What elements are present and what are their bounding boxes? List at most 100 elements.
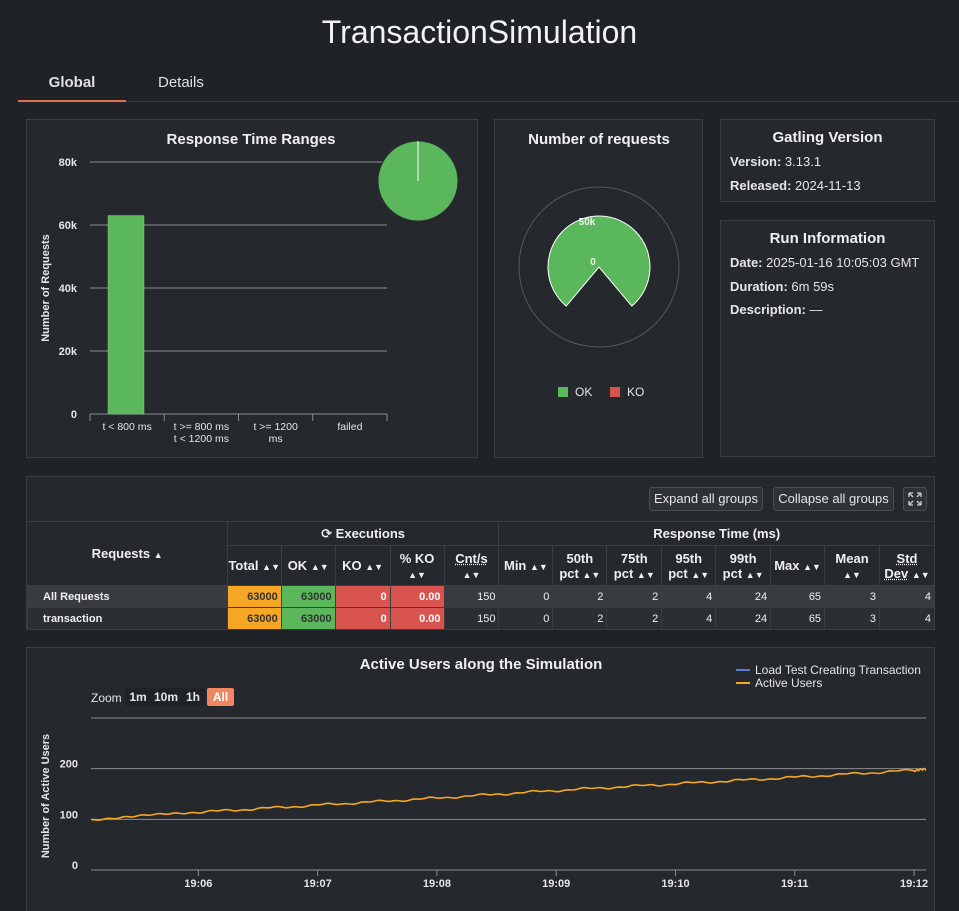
tab-details[interactable]: Details <box>158 74 204 102</box>
duration-label: Duration: <box>730 279 788 294</box>
total-column-header[interactable]: Total ▲▼ <box>227 546 281 586</box>
date-value: 2025-01-16 10:05:03 GMT <box>766 255 919 270</box>
requests-column-header[interactable]: Requests ▲ <box>28 522 228 586</box>
p50-column-header[interactable]: 50th pct ▲▼ <box>553 546 607 586</box>
p99-column-header[interactable]: 99th pct ▲▼ <box>716 546 771 586</box>
zoom-1h-button[interactable]: 1h <box>181 688 205 706</box>
std-dev-column-header[interactable]: Std Dev ▲▼ <box>880 546 935 586</box>
cell-percent-ko: 0.00 <box>390 586 444 608</box>
run-information-panel: Run Information Date: 2025-01-16 10:05:0… <box>720 220 935 457</box>
ranges-y-axis-label: Number of Requests <box>40 234 52 342</box>
p95-column-header[interactable]: 95th pct ▲▼ <box>662 546 716 586</box>
cnts-column-header[interactable]: Cnt/s ▲▼ <box>444 546 499 586</box>
p75-column-header[interactable]: 75th pct ▲▼ <box>607 546 662 586</box>
expand-icon <box>907 491 923 507</box>
tab-global[interactable]: Global <box>18 74 126 102</box>
active-users-line[interactable] <box>91 769 926 821</box>
ko-column-header[interactable]: KO ▲▼ <box>335 546 390 586</box>
statistics-panel: Expand all groups Collapse all groups Re… <box>26 476 935 630</box>
expand-all-groups-button[interactable]: Expand all groups <box>649 487 763 511</box>
x-tick-label: 19:09 <box>542 878 570 890</box>
released-value: 2024-11-13 <box>795 178 861 193</box>
legend-load-test-label[interactable]: Load Test Creating Transaction <box>755 663 921 677</box>
requests-label-0: 0 <box>590 257 596 268</box>
sort-icon: ▲▼ <box>530 562 548 572</box>
cell-mean: 3 <box>825 586 880 608</box>
tab-bar: Global Details <box>18 72 959 102</box>
gatling-version-title: Gatling Version <box>721 129 934 146</box>
version-value: 3.13.1 <box>785 154 821 169</box>
cell-ok: 63000 <box>281 586 335 608</box>
zoom-10m-button[interactable]: 10m <box>151 688 181 706</box>
x-tick-label: 19:06 <box>184 878 212 890</box>
y-tick-label: 60k <box>59 220 78 232</box>
cell-p50: 2 <box>553 608 607 630</box>
refresh-icon: ⟳ <box>321 526 332 541</box>
x-tick-label: t < 1200 ms <box>174 433 229 445</box>
row-name[interactable]: All Requests <box>28 586 228 608</box>
requests-title: Number of requests <box>528 131 670 148</box>
cell-cnts: 150 <box>444 608 499 630</box>
version-label: Version: <box>730 154 781 169</box>
description-label: Description: <box>730 302 806 317</box>
table-row[interactable]: transaction 63000 63000 0 0.00 150 0 2 2… <box>28 608 935 630</box>
fullscreen-button[interactable] <box>903 487 927 511</box>
legend-active-users-label[interactable]: Active Users <box>755 676 822 690</box>
legend-ko-label[interactable]: KO <box>627 385 644 399</box>
cell-max: 65 <box>771 608 825 630</box>
min-column-header[interactable]: Min ▲▼ <box>499 546 553 586</box>
gatling-released-row: Released: 2024-11-13 <box>730 178 861 193</box>
gatling-version-row: Version: 3.13.1 <box>730 154 821 169</box>
mean-column-header[interactable]: Mean ▲▼ <box>825 546 880 586</box>
x-tick-label: t < 800 ms <box>102 421 151 433</box>
legend-ok-label[interactable]: OK <box>575 385 592 399</box>
x-tick-label: 19:08 <box>423 878 451 890</box>
sort-icon: ▲▼ <box>691 570 709 580</box>
ranges-title: Response Time Ranges <box>167 131 336 148</box>
sort-icon: ▲▼ <box>637 570 655 580</box>
requests-header-label: Requests <box>92 546 151 561</box>
response-time-ranges-panel: Response Time Ranges 0 20k 40k 60k 80k t < 8… <box>26 119 478 458</box>
page-title: TransactionSimulation <box>0 14 959 51</box>
cell-p50: 2 <box>553 586 607 608</box>
zoom-1m-button[interactable]: 1m <box>125 688 151 706</box>
y-tick-label: 80k <box>59 157 78 169</box>
cell-min: 0 <box>499 586 553 608</box>
executions-header: ⟳ Executions <box>227 522 499 546</box>
cell-p95: 4 <box>662 586 716 608</box>
x-tick-label: t >= 800 ms <box>174 421 229 433</box>
sort-icon: ▲▼ <box>311 562 329 572</box>
requests-gauge-ok[interactable] <box>548 216 650 306</box>
cell-ko: 0 <box>335 586 390 608</box>
response-time-header: Response Time (ms) <box>499 522 935 546</box>
cell-mean: 3 <box>825 608 880 630</box>
sort-ascending-icon: ▲ <box>154 550 163 560</box>
zoom-label: Zoom <box>91 691 122 705</box>
sort-icon: ▲▼ <box>582 570 600 580</box>
run-duration-row: Duration: 6m 59s <box>730 279 834 294</box>
statistics-table: Requests ▲ ⟳ Executions Response Time (m… <box>27 521 935 630</box>
number-of-requests-chart: Number of requests 50k 0 OK KO <box>495 120 704 459</box>
response-time-ranges-chart: Response Time Ranges 0 20k 40k 60k 80k t < 8… <box>27 120 479 459</box>
x-tick-label: 19:12 <box>900 878 928 890</box>
percent-ko-column-header[interactable]: % KO ▲▼ <box>390 546 444 586</box>
max-column-header[interactable]: Max ▲▼ <box>771 546 825 586</box>
ok-column-header[interactable]: OK ▲▼ <box>281 546 335 586</box>
sort-icon: ▲▼ <box>843 570 861 580</box>
sort-icon: ▲▼ <box>746 570 764 580</box>
cell-max: 65 <box>771 586 825 608</box>
sort-icon: ▲▼ <box>408 570 426 580</box>
collapse-all-groups-button[interactable]: Collapse all groups <box>773 487 894 511</box>
users-y-axis-label: Number of Active Users <box>40 734 52 858</box>
row-name[interactable]: transaction <box>28 608 228 630</box>
cell-p99: 24 <box>716 586 771 608</box>
y-tick-label: 0 <box>71 409 77 421</box>
y-tick-label: 100 <box>60 809 78 821</box>
zoom-all-button[interactable]: All <box>207 688 234 706</box>
bar-0[interactable] <box>108 216 144 414</box>
cell-std-dev: 4 <box>880 586 935 608</box>
run-description-row: Description: — <box>730 302 822 317</box>
sort-icon: ▲▼ <box>365 562 383 572</box>
table-row[interactable]: All Requests 63000 63000 0 0.00 150 0 2 … <box>28 586 935 608</box>
run-date-row: Date: 2025-01-16 10:05:03 GMT <box>730 255 919 270</box>
